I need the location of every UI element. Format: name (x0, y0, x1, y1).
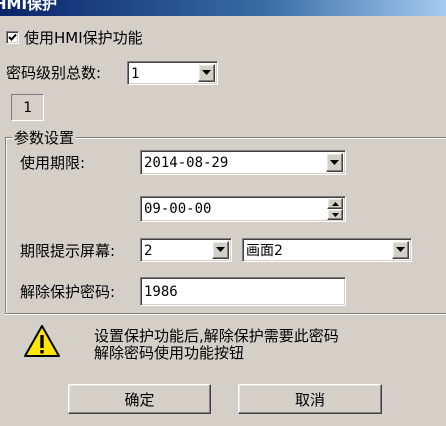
params-group-title: 参数设置 (12, 129, 77, 147)
reminder-screen-name-select[interactable]: 画面2 (242, 238, 412, 262)
warning-line-2: 解除密码使用功能按钮 (94, 344, 245, 362)
reminder-screen-number-dropdown-button[interactable] (212, 241, 229, 259)
reminder-screen-number-value: 2 (144, 243, 153, 259)
unlock-password-value: 1986 (144, 284, 178, 300)
group-border-bottom-highlight (5, 314, 446, 315)
title-bar: HMI保护 (0, 0, 446, 16)
reminder-screen-number-select[interactable]: 2 (140, 238, 232, 262)
chevron-down-icon (216, 247, 225, 252)
spin-down-icon (332, 213, 339, 217)
password-levels-value: 1 (131, 66, 140, 82)
reminder-screen-label: 期限提示屏幕: (20, 242, 116, 260)
chevron-down-icon (396, 247, 405, 252)
window-title: HMI保护 (0, 0, 58, 13)
unlock-password-label: 解除保护密码: (20, 283, 116, 301)
expiry-date-picker[interactable]: 2014-08-29 (140, 150, 346, 175)
time-down-button[interactable] (327, 209, 343, 220)
level-tab-1[interactable]: 1 (11, 94, 44, 121)
expiry-date-dropdown-button[interactable] (326, 153, 343, 172)
chevron-down-icon (202, 70, 211, 75)
warning-line-1: 设置保护功能后,解除保护需要此密码 (94, 327, 339, 345)
checkmark-icon (8, 33, 17, 41)
time-up-button[interactable] (327, 198, 343, 209)
expiry-time-value: 09-00-00 (144, 201, 212, 217)
warning-icon (24, 325, 60, 358)
group-border-left-highlight (6, 138, 7, 314)
reminder-screen-name-value: 画面2 (246, 243, 283, 259)
expiry-label: 使用期限: (20, 154, 86, 172)
ok-button[interactable]: 确定 (68, 384, 211, 414)
spin-up-icon (332, 202, 339, 206)
password-levels-label: 密码级别总数: (6, 64, 102, 82)
level-tab-label: 1 (23, 99, 32, 116)
enable-protection-checkbox[interactable] (6, 31, 19, 44)
expiry-time-spinner[interactable]: 09-00-00 (140, 196, 346, 222)
cancel-button[interactable]: 取消 (238, 384, 382, 414)
password-levels-dropdown-button[interactable] (198, 64, 215, 82)
password-levels-select[interactable]: 1 (127, 61, 218, 85)
reminder-screen-name-dropdown-button[interactable] (392, 241, 409, 259)
ok-button-label: 确定 (124, 390, 155, 409)
cancel-button-label: 取消 (294, 390, 325, 409)
chevron-down-icon (330, 159, 339, 165)
expiry-date-value: 2014-08-29 (144, 155, 229, 171)
unlock-password-input[interactable]: 1986 (140, 277, 346, 306)
enable-protection-label[interactable]: 使用HMI保护功能 (24, 29, 143, 47)
